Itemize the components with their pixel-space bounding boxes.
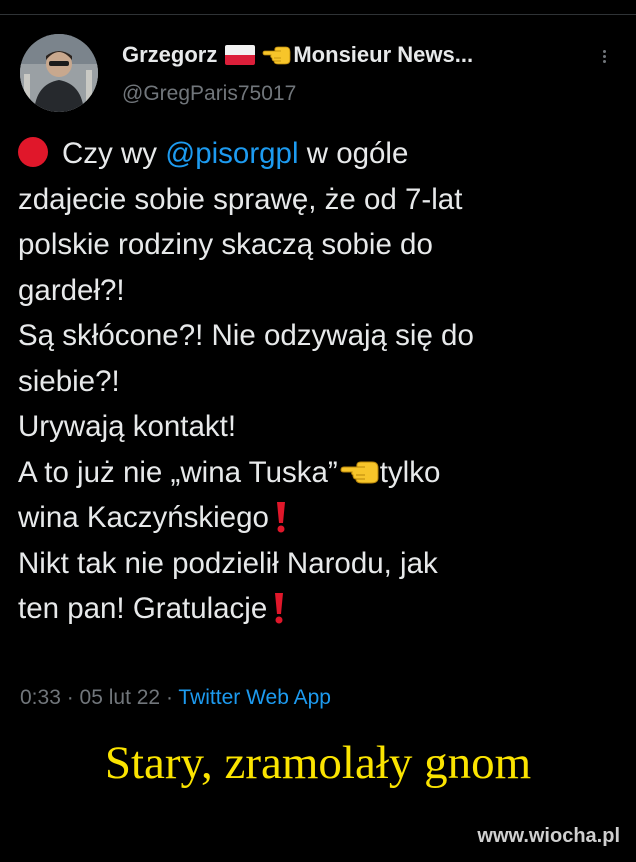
tweet-line-10: Nikt tak nie podzielił Narodu, jak (18, 546, 438, 580)
backhand-index-pointing-left-icon (261, 44, 291, 66)
tweet-line-6: siebie?! (18, 364, 120, 398)
more-options-icon[interactable] (596, 48, 612, 72)
red-exclamation-icon (273, 591, 285, 625)
tweet-text: Czy wy @pisorgpl w ogóle zdajecie sobie … (18, 131, 628, 632)
tweet-text-part: Czy wy (62, 137, 166, 170)
tweet-line-1: Czy wy @pisorgpl w ogóle (18, 131, 628, 177)
tweet-line-7: Urywają kontakt! (18, 410, 237, 443)
tweet-line-11: ten pan! Gratulacje (18, 586, 628, 632)
tweet-text-part: ten pan! Gratulacje (18, 592, 268, 625)
tweet-line-2: zdajecie sobie sprawę, że od 7-lat (18, 182, 463, 216)
tweet-line-5: Są skłócone?! Nie odzywają się do (18, 319, 474, 352)
tweet-text-part: wina Kaczyńskiego (18, 501, 269, 534)
author-handle[interactable]: @GregParis75017 (122, 82, 296, 106)
tweet-line-9: wina Kaczyńskiego (18, 495, 628, 541)
tweet-text-part: A to już nie „wina Tuska” (18, 455, 338, 489)
red-exclamation-icon (275, 500, 287, 534)
meta-separator: · (160, 686, 179, 709)
tweet-date[interactable]: 05 lut 22 (80, 686, 161, 709)
poland-flag-icon (225, 45, 256, 65)
tweet-source-link[interactable]: Twitter Web App (178, 686, 331, 709)
watermark: www.wiocha.pl (477, 825, 620, 847)
author-name-row[interactable]: Grzegorz Monsieur News... (122, 42, 473, 68)
mention-link[interactable]: @pisorgpl (165, 137, 298, 170)
tweet-time[interactable]: 0:33 (20, 686, 61, 709)
meme-caption: Stary, zramolały gnom (104, 737, 532, 789)
tweet-line-3: polskie rodziny skaczą sobie do (18, 228, 433, 261)
tweet-text-part: w ogóle (298, 137, 409, 170)
tweet-line-8: A to już nie „wina Tuska” tylko (18, 450, 628, 496)
tweet-text-part: tylko (379, 455, 441, 489)
avatar-image (20, 34, 98, 112)
avatar[interactable] (20, 34, 98, 112)
author-display-name[interactable]: Grzegorz (122, 42, 217, 68)
top-divider (0, 14, 636, 15)
red-circle-icon (18, 137, 48, 167)
tweet-meta: 0:33 · 05 lut 22 · Twitter Web App (20, 686, 331, 710)
meta-separator: · (60, 686, 80, 709)
backhand-index-pointing-left-icon (338, 459, 380, 485)
author-display-name-suffix[interactable]: Monsieur News... (293, 42, 473, 68)
tweet-line-4: gardeł?! (18, 273, 125, 307)
